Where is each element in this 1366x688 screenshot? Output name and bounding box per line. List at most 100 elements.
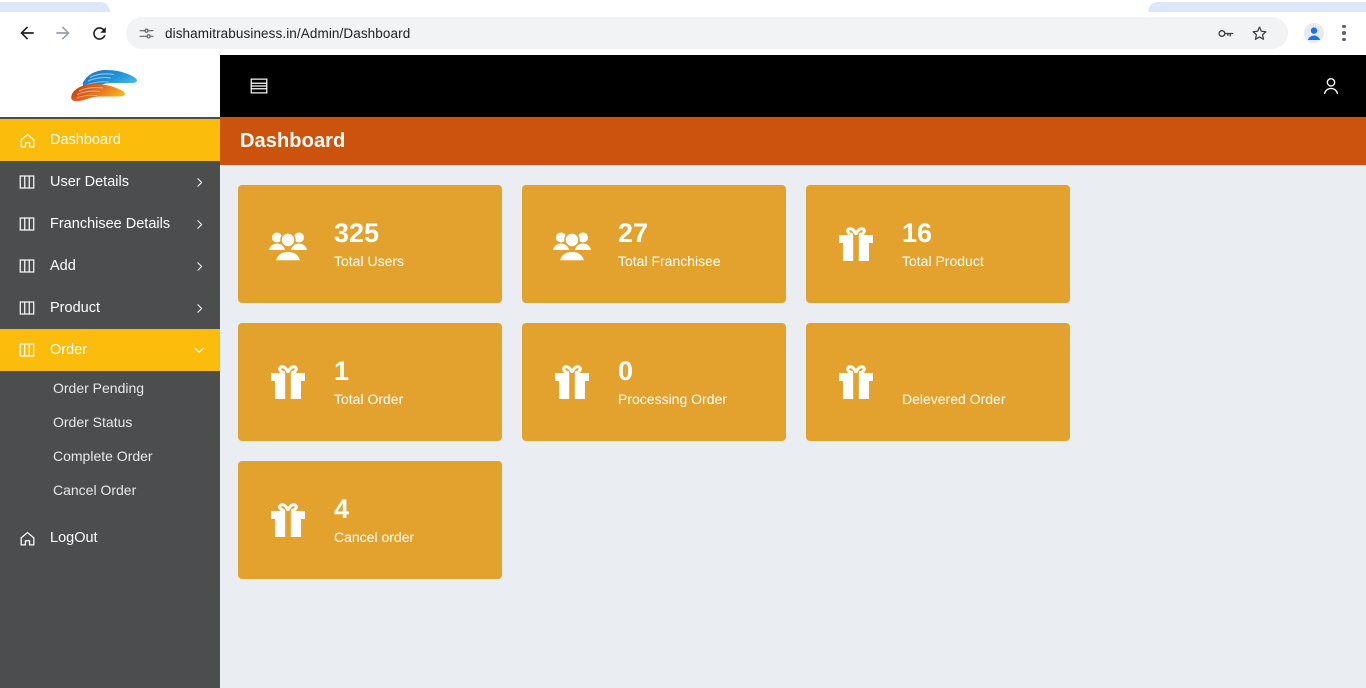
sidebar-item-add[interactable]: Add <box>0 245 220 287</box>
back-arrow-icon <box>20 26 34 40</box>
stat-value: 0 <box>618 355 634 386</box>
hamburger-menu-icon <box>250 78 268 94</box>
stat-value: 4 <box>334 493 350 524</box>
browser-tab-strip[interactable] <box>0 0 1366 12</box>
submenu-item-label: Complete Order <box>53 448 153 464</box>
sidebar-item-label: Product <box>50 300 100 316</box>
stat-card-processing-order[interactable]: 0 Processing Order <box>522 323 786 441</box>
password-key-icon <box>1217 29 1233 37</box>
stat-label: Total Product <box>902 252 984 269</box>
table-icon <box>16 257 38 275</box>
chevron-right-icon <box>193 176 206 189</box>
sidebar-item-label: LogOut <box>50 530 98 546</box>
submenu-item-complete-order[interactable]: Complete Order <box>0 439 220 473</box>
main-area: Dashboard 325 Total Users 27 Total Franc… <box>220 55 1366 688</box>
profile-button[interactable] <box>1300 19 1328 47</box>
sidebar-item-order[interactable]: Order <box>0 329 220 371</box>
stat-label: Processing Order <box>618 390 727 407</box>
browser-tab[interactable] <box>120 2 350 12</box>
browser-menu-button[interactable] <box>1332 24 1356 42</box>
submenu-item-order-pending[interactable]: Order Pending <box>0 371 220 405</box>
top-navbar <box>220 55 1366 117</box>
stat-label: Cancel order <box>334 528 415 545</box>
gift-box-icon <box>832 223 880 265</box>
forward-button[interactable] <box>46 16 80 50</box>
reload-icon <box>92 26 106 40</box>
browser-tab[interactable] <box>955 2 1155 12</box>
home-icon <box>16 131 38 150</box>
site-settings-icon[interactable] <box>138 25 155 42</box>
order-submenu: Order Pending Order Status Complete Orde… <box>0 371 220 511</box>
sidebar-item-franchisee-details[interactable]: Franchisee Details <box>0 203 220 245</box>
back-button[interactable] <box>10 16 44 50</box>
bookmark-button[interactable] <box>1244 18 1274 48</box>
browser-tab[interactable] <box>1148 2 1366 12</box>
stat-card-cancel-order[interactable]: 4 Cancel order <box>238 461 502 579</box>
sidebar-item-label: Add <box>50 258 76 274</box>
browser-tab[interactable] <box>0 2 110 12</box>
page-title: Dashboard <box>240 129 346 152</box>
sidebar-toggle-button[interactable] <box>248 75 270 97</box>
submenu-item-label: Order Status <box>53 414 133 430</box>
table-icon <box>16 341 38 359</box>
submenu-item-order-status[interactable]: Order Status <box>0 405 220 439</box>
gift-box-icon <box>832 361 880 403</box>
stat-card-total-users[interactable]: 325 Total Users <box>238 185 502 303</box>
stat-value: 1 <box>334 355 350 386</box>
stat-card-total-franchisee[interactable]: 27 Total Franchisee <box>522 185 786 303</box>
kebab-dot <box>1342 31 1346 35</box>
table-icon <box>16 215 38 233</box>
profile-avatar-icon <box>1303 22 1325 44</box>
sidebar-menu: Dashboard User Details Franchisee Detail… <box>0 117 220 559</box>
sidebar-item-label: Franchisee Details <box>50 216 171 232</box>
stat-value: 27 <box>618 217 649 248</box>
logo[interactable] <box>0 55 220 117</box>
sidebar-item-logout[interactable]: LogOut <box>0 517 220 559</box>
kebab-dot <box>1342 24 1346 29</box>
table-icon <box>16 299 38 317</box>
user-account-button[interactable] <box>1320 75 1342 97</box>
stat-label: Delevered Order <box>902 390 1006 407</box>
chevron-down-icon <box>192 343 206 357</box>
users-group-icon <box>548 224 596 264</box>
dishamitra-hands-logo-icon <box>71 70 137 102</box>
sidebar-item-user-details[interactable]: User Details <box>0 161 220 203</box>
stat-card-grid: 325 Total Users 27 Total Franchisee 16 T… <box>238 185 1346 579</box>
stat-value <box>902 357 1006 386</box>
stat-value: 325 <box>334 217 380 248</box>
browser-toolbar: dishamitrabusiness.in/Admin/Dashboard <box>0 12 1366 55</box>
kebab-dot <box>1342 37 1346 42</box>
app-shell: Dashboard User Details Franchisee Detail… <box>0 55 1366 688</box>
reload-button[interactable] <box>82 16 116 50</box>
stat-card-total-order[interactable]: 1 Total Order <box>238 323 502 441</box>
stat-card-delivered-order[interactable]: Delevered Order <box>806 323 1070 441</box>
submenu-item-label: Cancel Order <box>53 482 137 498</box>
chevron-right-icon <box>193 218 206 231</box>
dashboard-content: 325 Total Users 27 Total Franchisee 16 T… <box>220 165 1366 688</box>
password-key-button[interactable] <box>1210 18 1240 48</box>
sidebar-item-label: Order <box>50 342 88 358</box>
sidebar-item-product[interactable]: Product <box>0 287 220 329</box>
home-icon <box>16 529 38 548</box>
gift-box-icon <box>264 499 312 541</box>
submenu-item-label: Order Pending <box>53 380 145 396</box>
stat-card-total-product[interactable]: 16 Total Product <box>806 185 1070 303</box>
url-text: dishamitrabusiness.in/Admin/Dashboard <box>165 25 411 41</box>
table-icon <box>16 173 38 191</box>
address-bar[interactable]: dishamitrabusiness.in/Admin/Dashboard <box>126 17 1288 49</box>
stat-label: Total Order <box>334 390 404 407</box>
sidebar: Dashboard User Details Franchisee Detail… <box>0 55 220 688</box>
star-bookmark-icon <box>1252 26 1266 40</box>
submenu-item-cancel-order[interactable]: Cancel Order <box>0 473 220 507</box>
gift-box-icon <box>264 361 312 403</box>
chevron-right-icon <box>193 302 206 315</box>
user-account-icon <box>1323 77 1339 95</box>
chevron-right-icon <box>193 260 206 273</box>
gift-box-icon <box>548 361 596 403</box>
sidebar-item-label: User Details <box>50 174 129 190</box>
page-header: Dashboard <box>220 117 1366 165</box>
sidebar-item-dashboard[interactable]: Dashboard <box>0 119 220 161</box>
users-group-icon <box>264 224 312 264</box>
sidebar-item-label: Dashboard <box>50 132 121 148</box>
stat-label: Total Franchisee <box>618 252 721 269</box>
